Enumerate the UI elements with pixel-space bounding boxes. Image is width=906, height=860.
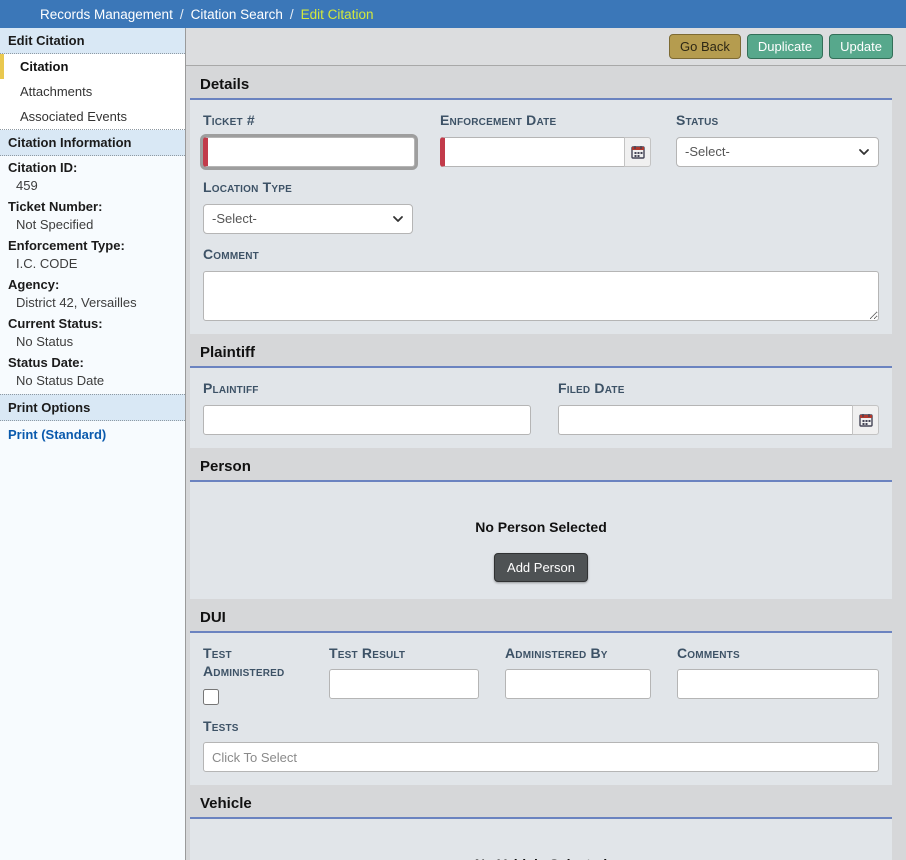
plaintiff-label: Plaintiff — [203, 379, 531, 405]
person-section-body: No Person Selected Add Person — [190, 480, 892, 599]
dui-comments-field-group: Comments — [677, 644, 879, 709]
breadcrumb-records-management[interactable]: Records Management — [40, 7, 173, 22]
vehicle-section-body: No Vehicle Selected Add Vehicle — [190, 817, 892, 860]
add-person-button[interactable]: Add Person — [494, 553, 588, 582]
agency-label: Agency: — [0, 273, 185, 292]
breadcrumb-edit-citation-current: Edit Citation — [301, 7, 374, 22]
test-result-label: Test Result — [329, 644, 479, 670]
location-type-select[interactable]: -Select- — [203, 204, 413, 234]
ticket-number-label: Ticket Number: — [0, 195, 185, 214]
current-status-label: Current Status: — [0, 312, 185, 331]
enforcement-date-calendar-button[interactable] — [624, 137, 651, 167]
filed-date-calendar-button[interactable] — [852, 405, 879, 435]
enforcement-type-label: Enforcement Type: — [0, 234, 185, 253]
plaintiff-field-group: Plaintiff — [203, 379, 531, 435]
no-person-selected-text: No Person Selected — [203, 493, 879, 553]
go-back-button[interactable]: Go Back — [669, 34, 741, 59]
sidebar-header-print-options: Print Options — [0, 394, 185, 421]
enforcement-date-input[interactable] — [440, 137, 624, 167]
test-result-field-group: Test Result — [329, 644, 479, 709]
vehicle-section-title: Vehicle — [190, 785, 892, 817]
dui-section: DUI Test Administered Test Result Admini… — [190, 599, 892, 786]
sidebar-nav: Citation Attachments Associated Events — [0, 54, 185, 130]
plaintiff-input[interactable] — [203, 405, 531, 435]
plaintiff-section: Plaintiff Plaintiff Filed Date — [190, 334, 892, 448]
test-administered-field-group: Test Administered — [203, 644, 303, 709]
details-section-title: Details — [190, 66, 892, 98]
status-date-value: No Status Date — [0, 370, 185, 390]
enforcement-date-label: Enforcement Date — [440, 111, 651, 137]
status-date-label: Status Date: — [0, 351, 185, 370]
vehicle-section: Vehicle No Vehicle Selected Add Vehicle — [190, 785, 892, 860]
dui-section-title: DUI — [190, 599, 892, 631]
action-toolbar: Go Back Duplicate Update — [186, 28, 906, 66]
person-section: Person No Person Selected Add Person — [190, 448, 892, 599]
sidebar-item-citation[interactable]: Citation — [0, 54, 185, 79]
update-button[interactable]: Update — [829, 34, 893, 59]
current-status-value: No Status — [0, 331, 185, 351]
ticket-number-value: Not Specified — [0, 214, 185, 234]
ticket-label: Ticket # — [203, 111, 415, 137]
location-type-label: Location Type — [203, 178, 879, 204]
tests-multiselect-input[interactable] — [203, 742, 879, 772]
filed-date-label: Filed Date — [558, 379, 879, 405]
tests-label: Tests — [203, 717, 879, 742]
status-label: Status — [676, 111, 879, 137]
enforcement-type-value: I.C. CODE — [0, 253, 185, 273]
citation-id-value: 459 — [0, 175, 185, 195]
status-select[interactable]: -Select- — [676, 137, 879, 167]
administered-by-label: Administered By — [505, 644, 651, 670]
test-administered-label: Test Administered — [203, 644, 303, 689]
duplicate-button[interactable]: Duplicate — [747, 34, 823, 59]
person-section-title: Person — [190, 448, 892, 480]
calendar-icon — [631, 145, 645, 159]
location-type-field-group: Location Type -Select- — [203, 178, 879, 234]
sidebar-header-edit-citation: Edit Citation — [0, 28, 185, 54]
comment-textarea[interactable] — [203, 271, 879, 321]
status-field-group: Status -Select- — [676, 111, 879, 167]
filed-date-field-group: Filed Date — [558, 379, 879, 435]
dui-section-body: Test Administered Test Result Administer… — [190, 631, 892, 786]
main-panel: Go Back Duplicate Update Details Ticket … — [186, 28, 906, 860]
administered-by-input[interactable] — [505, 669, 651, 699]
calendar-icon — [859, 413, 873, 427]
test-administered-checkbox[interactable] — [203, 689, 219, 705]
dui-comments-label: Comments — [677, 644, 879, 670]
citation-info-list: Citation ID: 459 Ticket Number: Not Spec… — [0, 156, 185, 394]
test-result-input[interactable] — [329, 669, 479, 699]
comment-label: Comment — [203, 245, 879, 271]
administered-by-field-group: Administered By — [505, 644, 651, 709]
top-navigation-bar: Records Management / Citation Search / E… — [0, 0, 906, 28]
plaintiff-section-body: Plaintiff Filed Date — [190, 366, 892, 448]
agency-value: District 42, Versailles — [0, 292, 185, 312]
plaintiff-section-title: Plaintiff — [190, 334, 892, 366]
form-content: Details Ticket # Enforcement Date — [186, 66, 906, 860]
details-section-body: Ticket # Enforcement Date — [190, 98, 892, 334]
sidebar-header-citation-information: Citation Information — [0, 130, 185, 156]
details-section: Details Ticket # Enforcement Date — [190, 66, 892, 334]
ticket-input[interactable] — [203, 137, 415, 167]
comment-field-group: Comment — [203, 245, 879, 321]
enforcement-date-field-group: Enforcement Date — [440, 111, 651, 167]
breadcrumb-separator: / — [290, 7, 294, 22]
filed-date-input[interactable] — [558, 405, 852, 435]
breadcrumb-citation-search[interactable]: Citation Search — [191, 7, 283, 22]
sidebar-item-attachments[interactable]: Attachments — [0, 79, 185, 104]
sidebar: Edit Citation Citation Attachments Assoc… — [0, 28, 186, 860]
dui-comments-input[interactable] — [677, 669, 879, 699]
no-vehicle-selected-text: No Vehicle Selected — [203, 830, 879, 860]
ticket-field-group: Ticket # — [203, 111, 415, 167]
sidebar-item-associated-events[interactable]: Associated Events — [0, 104, 185, 129]
breadcrumb-separator: / — [180, 7, 184, 22]
citation-id-label: Citation ID: — [0, 156, 185, 175]
print-standard-link[interactable]: Print (Standard) — [0, 421, 185, 448]
